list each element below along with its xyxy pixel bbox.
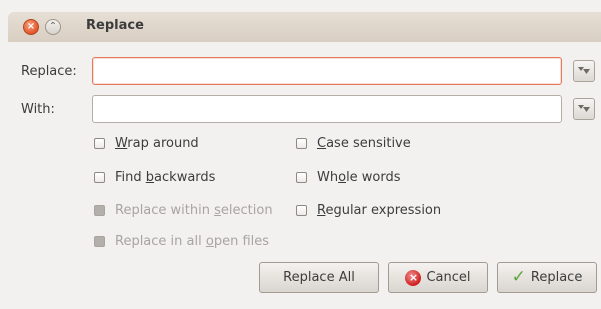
replace-all-button[interactable]: Replace All <box>259 262 379 293</box>
replace-input[interactable] <box>92 57 562 85</box>
with-history-button[interactable] <box>573 98 595 120</box>
regular-expression-label: Regular expression <box>317 203 442 218</box>
case-sensitive-label: Case sensitive <box>317 136 411 151</box>
cancel-button[interactable]: × Cancel <box>388 262 488 293</box>
replace-label-button: Replace <box>530 270 583 285</box>
checkbox-box[interactable] <box>296 172 307 183</box>
history-dropdown-icon <box>578 67 590 74</box>
wrap-around-label: Wrap around <box>115 136 199 151</box>
replace-all-open-files-label: Replace in all open files <box>115 234 270 249</box>
cancel-label: Cancel <box>426 270 471 285</box>
replace-all-open-files-checkbox: Replace in all open files <box>94 234 269 249</box>
checkbox-box[interactable] <box>94 172 105 183</box>
checkbox-box <box>94 205 105 216</box>
find-backwards-checkbox[interactable]: Find backwards <box>94 170 215 185</box>
minimize-icon[interactable]: ⌃ <box>45 19 61 35</box>
with-input[interactable] <box>92 95 562 123</box>
checkmark-icon: ✓ <box>511 267 526 287</box>
case-sensitive-checkbox[interactable]: Case sensitive <box>296 136 411 151</box>
cancel-icon: × <box>405 269 422 286</box>
find-backwards-label: Find backwards <box>115 170 216 185</box>
history-dropdown-icon <box>578 105 590 112</box>
whole-words-label: Whole words <box>317 170 401 185</box>
regular-expression-checkbox[interactable]: Regular expression <box>296 203 441 218</box>
checkbox-box[interactable] <box>296 138 307 149</box>
whole-words-checkbox[interactable]: Whole words <box>296 170 401 185</box>
replace-all-label: Replace All <box>283 270 355 285</box>
close-icon[interactable]: × <box>23 19 39 35</box>
with-label: With: <box>21 102 55 117</box>
checkbox-box <box>94 236 105 247</box>
replace-within-selection-label: Replace within selection <box>115 203 273 218</box>
checkbox-box[interactable] <box>296 205 307 216</box>
wrap-around-checkbox[interactable]: Wrap around <box>94 136 199 151</box>
window-title: Replace <box>86 18 144 33</box>
replace-label: Replace: <box>21 64 77 79</box>
checkbox-box[interactable] <box>94 138 105 149</box>
replace-button[interactable]: ✓ Replace <box>497 262 597 293</box>
title-bar: × ⌃ Replace <box>8 12 601 42</box>
replace-dialog: × ⌃ Replace Replace: With: Wrap around F… <box>0 0 601 309</box>
replace-history-button[interactable] <box>573 60 595 82</box>
replace-within-selection-checkbox: Replace within selection <box>94 203 273 218</box>
